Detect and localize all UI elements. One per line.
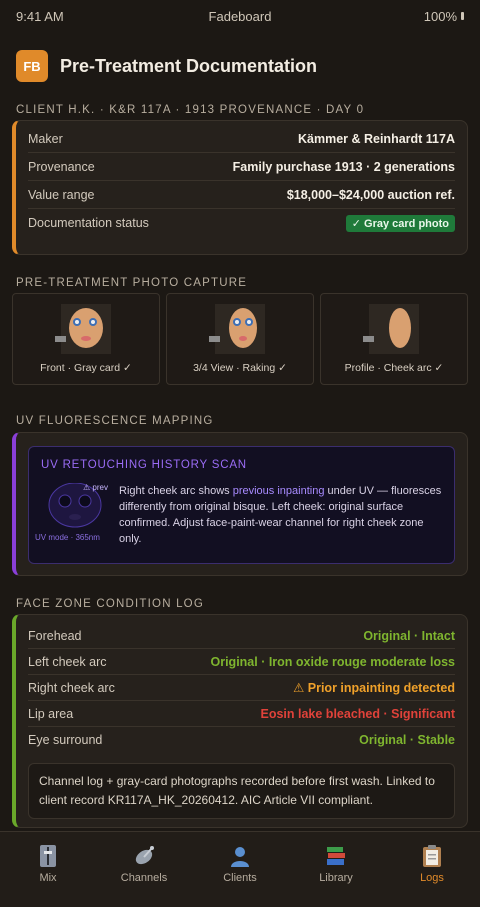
tab-channels[interactable]: Channels [104, 844, 184, 884]
row-key: Documentation status [28, 216, 149, 230]
status-bar: 9:41 AM Fadeboard 100% [0, 0, 480, 32]
photo-profile[interactable]: Profile · Cheek arc ✓ [320, 293, 468, 385]
row-value: $18,000–$24,000 auction ref. [286, 187, 455, 202]
row-key: Value range [28, 187, 95, 202]
photo-three-quarter[interactable]: 3/4 View · Raking ✓ [166, 293, 314, 385]
battery-indicator: 100% [424, 9, 464, 24]
tab-label: Mix [39, 872, 57, 884]
eye-right [245, 318, 253, 326]
zone-key: Left cheek arc [28, 654, 107, 669]
row-key: Provenance [28, 159, 95, 174]
zone-value: Original · Stable [359, 733, 455, 747]
uv-mode-caption: UV mode · 365nm [35, 533, 100, 542]
uv-face-figure: ⚠ prev UV mode · 365nm [35, 482, 111, 553]
photo-thumbnail [209, 304, 265, 354]
gray-card-chip [209, 336, 220, 342]
uv-face-icon [48, 482, 102, 528]
zone-key: Right cheek arc [28, 680, 115, 695]
tab-label: Logs [420, 872, 444, 884]
uv-section-label: UV FLUORESCENCE MAPPING [16, 415, 214, 427]
zones-note: Channel log + gray-card photographs reco… [28, 763, 455, 819]
client-row-maker: Maker Kämmer & Reinhardt 117A [28, 125, 455, 153]
uv-body: ⚠ prev UV mode · 365nm Right cheek arc s… [35, 482, 442, 553]
eye-left [73, 318, 81, 326]
books-icon [327, 847, 345, 865]
row-key: Maker [28, 131, 63, 146]
person-icon [231, 847, 249, 867]
lip [239, 336, 247, 341]
tab-logs[interactable]: Logs [392, 844, 472, 884]
zone-value: Eosin lake bleached · Significant [260, 706, 456, 721]
status-time: 9:41 AM [16, 8, 64, 24]
satellite-icon [135, 846, 154, 865]
uv-text-before: Right cheek arc shows [119, 485, 233, 497]
photo-label: Profile · Cheek arc ✓ [344, 362, 444, 374]
photo-front[interactable]: Front · Gray card ✓ [12, 293, 160, 385]
zone-row-left-cheek: Left cheek arc Original · Iron oxide rou… [28, 649, 455, 675]
photo-label: 3/4 View · Raking ✓ [193, 362, 287, 374]
gray-card-chip [55, 336, 66, 342]
tab-clients[interactable]: Clients [200, 844, 280, 884]
row-value: Kämmer & Reinhardt 117A [297, 131, 455, 146]
zones-card: Forehead Original · Intact Left cheek ar… [12, 614, 468, 828]
photo-thumbnail [363, 304, 419, 354]
tab-library[interactable]: Library [296, 844, 376, 884]
uv-panel-title: UV RETOUCHING HISTORY SCAN [41, 459, 247, 471]
app-logo[interactable]: FB [16, 50, 48, 82]
face-front [69, 308, 103, 348]
uv-card: UV RETOUCHING HISTORY SCAN ⚠ prev UV mod… [12, 432, 468, 576]
zones-section-label: FACE ZONE CONDITION LOG [16, 598, 204, 610]
zone-value: Original · Intact [363, 628, 455, 643]
uv-prev-marker: ⚠ prev [83, 483, 108, 492]
photo-grid: Front · Gray card ✓ 3/4 View · Raking ✓ … [12, 293, 468, 385]
zone-row-right-cheek: Right cheek arc ⚠ Prior inpainting detec… [28, 675, 455, 701]
face-three-quarter [229, 308, 257, 348]
page-title: Pre-Treatment Documentation [60, 55, 318, 76]
uv-text-highlight: previous inpainting [232, 485, 325, 497]
photo-section-label: PRE-TREATMENT PHOTO CAPTURE [16, 277, 248, 289]
client-row-documentation-status: Documentation status ✓ Gray card photo [28, 209, 455, 237]
tab-mix[interactable]: Mix [8, 844, 88, 884]
zone-key: Forehead [28, 628, 82, 643]
client-section-label: CLIENT H.K. · K&R 117A · 1913 PROVENANCE… [16, 104, 365, 116]
lip [81, 336, 91, 341]
gray-card-chip [363, 336, 374, 342]
app-header: FB Pre-Treatment Documentation [0, 32, 480, 88]
photo-label: Front · Gray card ✓ [40, 362, 132, 374]
battery-level: 100% [423, 8, 457, 24]
row-value: Family purchase 1913 · 2 generations [232, 159, 455, 174]
tab-label: Channels [120, 872, 168, 884]
client-row-value-range: Value range $18,000–$24,000 auction ref. [28, 181, 455, 209]
zone-key: Eye surround [28, 733, 103, 747]
zone-row-forehead: Forehead Original · Intact [28, 623, 455, 649]
zone-row-eye: Eye surround Original · Stable [28, 727, 455, 753]
eye-left [233, 318, 241, 326]
status-badge: ✓ Gray card photo [345, 214, 455, 232]
status-app-name: Fadeboard [208, 8, 272, 24]
mixer-icon [40, 845, 56, 867]
tab-label: Library [319, 872, 353, 884]
zone-value: ⚠ Prior inpainting detected [293, 681, 455, 695]
tab-label: Clients [223, 872, 257, 884]
uv-panel: UV RETOUCHING HISTORY SCAN ⚠ prev UV mod… [28, 446, 455, 564]
photo-thumbnail [55, 304, 111, 354]
tab-bar: Mix Channels Clients Library Logs [0, 831, 480, 907]
zone-value: Original · Iron oxide rouge moderate los… [210, 654, 456, 669]
clipboard-icon [423, 845, 441, 867]
zone-key: Lip area [28, 706, 74, 721]
battery-icon [461, 12, 464, 20]
client-row-provenance: Provenance Family purchase 1913 · 2 gene… [28, 153, 455, 181]
client-card: Maker Kämmer & Reinhardt 117A Provenance… [12, 120, 468, 255]
uv-description: Right cheek arc shows previous inpaintin… [119, 483, 442, 553]
face-profile [389, 308, 411, 348]
zone-row-lip: Lip area Eosin lake bleached · Significa… [28, 701, 455, 727]
eye-right [89, 318, 97, 326]
